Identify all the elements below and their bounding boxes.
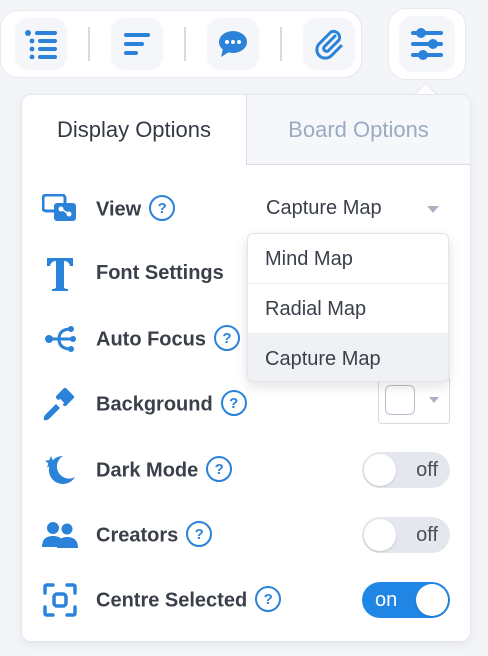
option-row-creators: Creators? off <box>22 510 470 560</box>
tab-display-options[interactable]: Display Options <box>22 95 247 165</box>
tab-board-options[interactable]: Board Options <box>247 95 470 165</box>
paint-brush-icon <box>40 386 80 422</box>
background-help-icon[interactable]: ? <box>220 390 247 416</box>
dark-mode-label: Dark Mode? <box>96 456 233 484</box>
creators-help-icon[interactable]: ? <box>186 521 213 547</box>
toggle-state-label: off <box>416 459 438 481</box>
menu-item-radial-map[interactable]: Radial Map <box>248 284 448 334</box>
option-row-dark-mode: Dark Mode? off <box>22 445 470 495</box>
background-color-select[interactable] <box>378 376 450 424</box>
text-button[interactable] <box>111 18 163 70</box>
users-icon <box>40 517 80 553</box>
creators-label: Creators? <box>96 521 213 549</box>
toolbar-divider <box>280 27 282 61</box>
dark-mode-label-text: Dark Mode <box>96 459 199 482</box>
centre-selected-help-icon[interactable]: ? <box>255 586 282 612</box>
menu-item-mind-map[interactable]: Mind Map <box>248 234 448 284</box>
toggle-knob <box>364 454 396 486</box>
moon-star-icon <box>40 452 80 488</box>
toolbar <box>0 10 362 78</box>
option-row-background: Background? <box>22 376 470 429</box>
auto-focus-label-text: Auto Focus <box>96 328 206 351</box>
settings-button[interactable] <box>388 8 466 80</box>
view-help-icon[interactable]: ? <box>149 195 176 221</box>
comment-icon <box>219 31 247 57</box>
font-settings-label[interactable]: Font Settings <box>96 262 224 285</box>
toggle-knob <box>416 584 448 616</box>
background-label: Background? <box>96 390 247 418</box>
toolbar-divider <box>88 27 90 61</box>
view-label: View? <box>96 195 176 223</box>
background-label-text: Background <box>96 393 213 416</box>
centre-selected-label-text: Centre Selected <box>96 589 248 612</box>
toggle-state-label: off <box>416 524 438 546</box>
text-lines-icon <box>124 33 150 55</box>
toggle-knob <box>364 519 396 551</box>
toggle-state-label: on <box>375 589 398 611</box>
centre-selected-toggle[interactable]: on <box>362 582 450 618</box>
chevron-down-icon <box>429 397 439 403</box>
font-settings-label-text: Font Settings <box>96 262 224 284</box>
attachment-icon <box>315 29 343 60</box>
view-dropdown-menu: Mind Map Radial Map Capture Map <box>247 233 449 382</box>
menu-item-capture-map[interactable]: Capture Map <box>248 334 448 381</box>
option-row-view: View? Capture Map <box>22 184 470 234</box>
creators-label-text: Creators <box>96 524 179 547</box>
sliders-icon <box>411 28 443 60</box>
view-label-text: View <box>96 198 142 221</box>
settings-button-inner <box>399 16 455 72</box>
background-color-swatch <box>385 385 415 415</box>
auto-focus-help-icon[interactable]: ? <box>214 325 240 351</box>
list-button[interactable] <box>15 18 67 70</box>
focus-frame-icon <box>40 582 80 618</box>
auto-focus-icon <box>40 321 80 357</box>
view-icon <box>40 191 80 227</box>
creators-toggle[interactable]: off <box>362 517 450 553</box>
centre-selected-label: Centre Selected? <box>96 586 282 614</box>
font-icon <box>40 256 80 292</box>
attachment-button[interactable] <box>303 18 355 70</box>
list-icon <box>25 30 57 59</box>
view-select[interactable]: Capture Map <box>266 197 382 220</box>
dark-mode-help-icon[interactable]: ? <box>206 456 233 482</box>
options-tabs: Display Options Board Options <box>22 95 470 165</box>
option-row-centre-selected: Centre Selected? on <box>22 575 470 625</box>
chevron-down-icon[interactable] <box>427 206 439 213</box>
toolbar-divider <box>184 27 186 61</box>
auto-focus-label: Auto Focus? <box>96 325 240 353</box>
dark-mode-toggle[interactable]: off <box>362 452 450 488</box>
comment-button[interactable] <box>207 18 259 70</box>
